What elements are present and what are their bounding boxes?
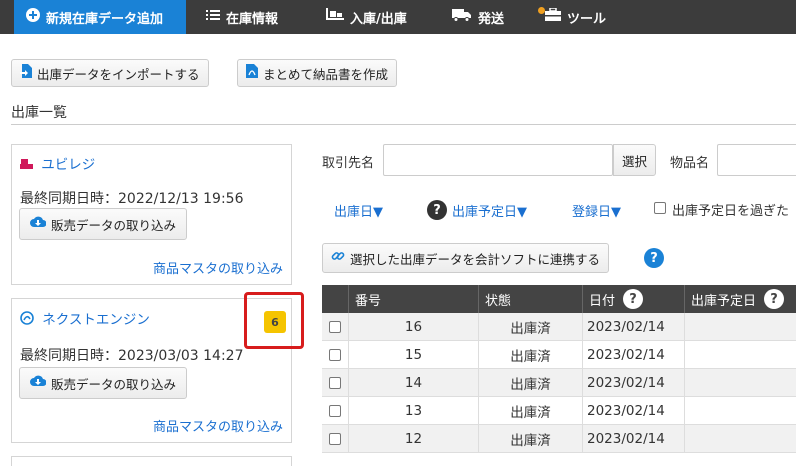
import-product-master-link[interactable]: 商品マスタの取り込み [153, 258, 283, 277]
file-import-icon [20, 64, 32, 82]
list-icon [206, 9, 220, 25]
cell-planned-date [684, 397, 796, 425]
cell-number: 16 [348, 313, 478, 341]
row-checkbox-cell [322, 397, 348, 425]
header-date[interactable]: 日付 ? [582, 285, 684, 313]
cell-number: 14 [348, 369, 478, 397]
header-checkbox-col [322, 285, 348, 313]
cloud-download-icon [30, 375, 47, 391]
last-sync-time: 最終同期日時：2022/12/13 19:56 [20, 191, 244, 207]
row-checkbox[interactable] [329, 349, 341, 361]
row-checkbox-cell [322, 313, 348, 341]
plus-circle-icon [26, 8, 40, 26]
cell-date: 2023/02/14 [582, 341, 684, 369]
create-invoice-button[interactable]: まとめて納品書を作成 [237, 59, 398, 87]
row-checkbox-cell [322, 425, 348, 453]
overdue-checkbox[interactable] [654, 202, 666, 214]
cell-date: 2023/02/14 [582, 397, 684, 425]
shop-name-link[interactable]: ネクストエンジン [20, 308, 150, 329]
table-row[interactable]: 16 出庫済 2023/02/14 [322, 313, 796, 341]
cell-status: 出庫済 [478, 397, 582, 425]
nav-stock-info[interactable]: 在庫情報 [206, 0, 278, 34]
sync-accounting-button[interactable]: 選択した出庫データを会計ソフトに連携する [322, 243, 610, 273]
link-icon [331, 249, 345, 267]
partner-label: 取引先名 [322, 156, 375, 171]
shop-card-ubiregi: ユビレジ 最終同期日時：2022/12/13 19:56 販売データの取り込み … [11, 144, 292, 285]
page-title: 出庫一覧 [11, 105, 67, 121]
cell-planned-date [684, 369, 796, 397]
import-sales-button[interactable]: 販売データの取り込み [19, 208, 188, 240]
table-row[interactable]: 14 出庫済 2023/02/14 [322, 369, 796, 397]
import-sales-button[interactable]: 販売データの取り込み [19, 367, 188, 399]
highlight-box [244, 292, 304, 349]
cell-status: 出庫済 [478, 369, 582, 397]
row-checkbox[interactable] [329, 433, 341, 445]
row-checkbox-cell [322, 341, 348, 369]
row-checkbox[interactable] [329, 321, 341, 333]
cell-number: 12 [348, 425, 478, 453]
last-sync-time: 最終同期日時：2023/03/03 14:27 [20, 348, 244, 364]
invoice-label: まとめて納品書を作成 [263, 66, 389, 82]
sort-registered-date[interactable]: 登録日▼ [572, 201, 621, 220]
cell-status: 出庫済 [478, 425, 582, 453]
row-checkbox[interactable] [329, 377, 341, 389]
overdue-label: 出庫予定日を過ぎた [672, 204, 790, 219]
toolbox-icon [545, 7, 561, 26]
header-status[interactable]: 状態 [478, 285, 582, 313]
shop-card-next [11, 456, 292, 466]
table-header: 番号 状態 日付 ? 出庫予定日 ? [322, 285, 796, 313]
nav-label: 新規在庫データ追加 [46, 11, 164, 27]
nav-shipping[interactable]: 発送 [452, 0, 504, 34]
register-icon [20, 157, 33, 173]
cell-planned-date [684, 313, 796, 341]
notification-dot [538, 7, 545, 14]
nav-new-stock[interactable]: 新規在庫データ追加 [14, 0, 186, 34]
help-icon[interactable]: ? [623, 289, 644, 309]
pdf-file-icon [246, 64, 258, 82]
nav-label: ツール [567, 11, 607, 27]
cell-number: 15 [348, 341, 478, 369]
nav-in-out[interactable]: 入庫/出庫 [326, 0, 407, 34]
help-icon[interactable]: ? [427, 200, 447, 220]
help-icon[interactable]: ? [764, 289, 785, 309]
nav-tools[interactable]: ツール [545, 0, 606, 34]
sort-ship-date[interactable]: 出庫日▼ [334, 201, 383, 220]
item-label: 物品名 [670, 156, 710, 171]
import-product-master-link[interactable]: 商品マスタの取り込み [153, 416, 283, 435]
nav-label: 発送 [478, 11, 505, 27]
table-row[interactable]: 13 出庫済 2023/02/14 [322, 397, 796, 425]
cell-planned-date [684, 425, 796, 453]
table-row[interactable]: 12 出庫済 2023/02/14 [322, 425, 796, 453]
cell-date: 2023/02/14 [582, 425, 684, 453]
nav-label: 入庫/出庫 [350, 11, 407, 27]
cell-planned-date [684, 341, 796, 369]
cell-date: 2023/02/14 [582, 313, 684, 341]
top-nav: 新規在庫データ追加 在庫情報 入庫/出庫 発送 ツール [0, 0, 796, 34]
cell-status: 出庫済 [478, 341, 582, 369]
row-checkbox-cell [322, 369, 348, 397]
truck-icon [452, 8, 472, 26]
header-planned-date[interactable]: 出庫予定日 ? [684, 285, 796, 313]
next-engine-icon [20, 311, 34, 329]
table-row[interactable]: 15 出庫済 2023/02/14 [322, 341, 796, 369]
row-checkbox[interactable] [329, 405, 341, 417]
import-outbound-button[interactable]: 出庫データをインポートする [11, 59, 209, 87]
sort-planned-date[interactable]: 出庫予定日▼ [452, 201, 527, 220]
partner-select-button[interactable]: 選択 [613, 144, 657, 176]
divider [11, 124, 796, 125]
cloud-download-icon [30, 216, 47, 232]
header-number[interactable]: 番号 [348, 285, 478, 313]
item-input[interactable] [717, 144, 796, 176]
help-icon[interactable]: ? [644, 248, 664, 268]
dolly-icon [326, 8, 344, 26]
cell-number: 13 [348, 397, 478, 425]
shop-name-link[interactable]: ユビレジ [20, 153, 95, 173]
import-label: 出庫データをインポートする [37, 66, 200, 82]
nav-label: 在庫情報 [226, 11, 279, 27]
cell-date: 2023/02/14 [582, 369, 684, 397]
partner-input[interactable] [383, 144, 613, 176]
cell-status: 出庫済 [478, 313, 582, 341]
